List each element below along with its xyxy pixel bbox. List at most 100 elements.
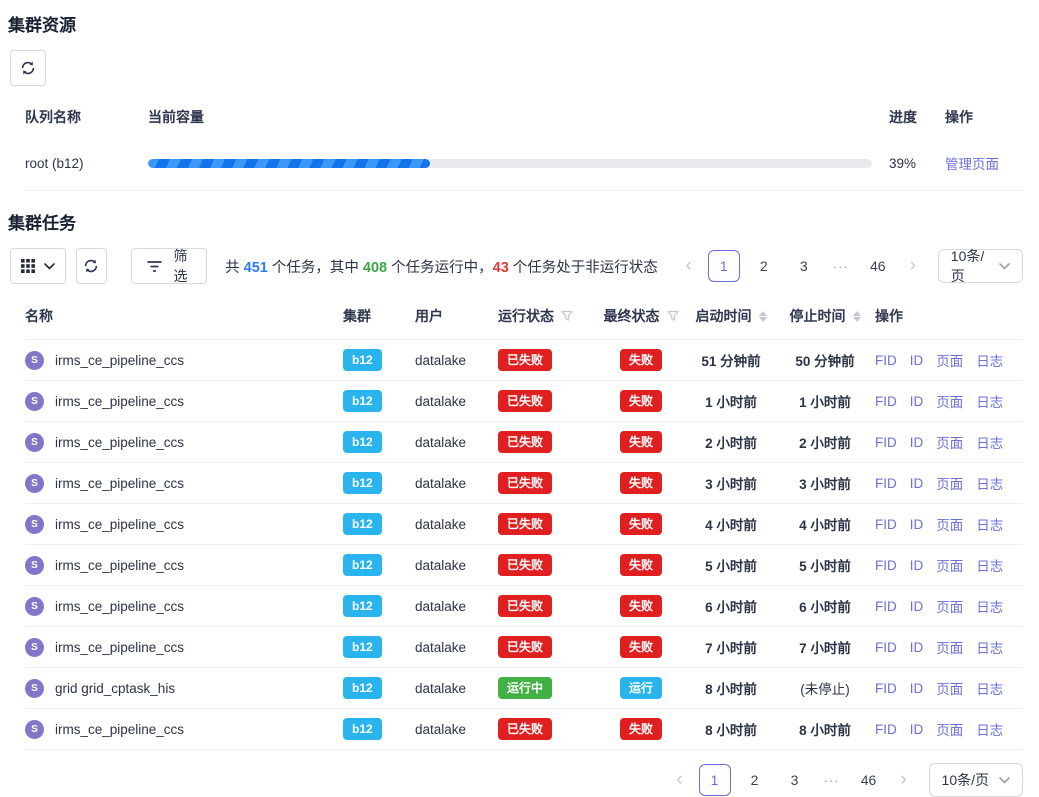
stop-time: 1 小时前 bbox=[799, 391, 851, 411]
id-link[interactable]: ID bbox=[910, 353, 924, 368]
final-status-badge: 失败 bbox=[620, 595, 662, 617]
pagination-page-2[interactable]: 2 bbox=[739, 764, 771, 796]
task-row: S irms_ce_pipeline_ccs b12 datalake 已失败 … bbox=[25, 545, 1023, 586]
task-row: S irms_ce_pipeline_ccs b12 datalake 已失败 … bbox=[25, 586, 1023, 627]
column-header-run-status: 运行状态 bbox=[498, 306, 554, 326]
fid-link[interactable]: FID bbox=[875, 558, 897, 573]
cluster-badge: b12 bbox=[343, 431, 382, 453]
page-link[interactable]: 页面 bbox=[936, 391, 963, 411]
page-link[interactable]: 页面 bbox=[936, 596, 963, 616]
id-link[interactable]: ID bbox=[910, 517, 924, 532]
column-header-queue: 队列名称 bbox=[25, 107, 148, 127]
fid-link[interactable]: FID bbox=[875, 599, 897, 614]
pagination-next[interactable]: › bbox=[893, 764, 915, 796]
tasks-refresh-button[interactable] bbox=[76, 248, 107, 284]
log-link[interactable]: 日志 bbox=[976, 391, 1003, 411]
page-link[interactable]: 页面 bbox=[936, 678, 963, 698]
pagination-prev[interactable]: ‹ bbox=[669, 764, 691, 796]
fid-link[interactable]: FID bbox=[875, 435, 897, 450]
page-size-select[interactable]: 10条/页 bbox=[938, 249, 1023, 283]
task-name: grid grid_cptask_his bbox=[55, 681, 175, 696]
page-link[interactable]: 页面 bbox=[936, 432, 963, 452]
page-link[interactable]: 页面 bbox=[936, 514, 963, 534]
pagination-prev[interactable]: ‹ bbox=[678, 250, 700, 282]
column-header-user: 用户 bbox=[415, 306, 498, 326]
task-count-summary: 共 451 个任务，其中 408 个任务运行中，43 个任务处于非运行状态 bbox=[225, 256, 658, 277]
filter-funnel-icon[interactable] bbox=[667, 310, 679, 322]
fid-link[interactable]: FID bbox=[875, 681, 897, 696]
task-row: S grid grid_cptask_his b12 datalake 运行中 … bbox=[25, 668, 1023, 709]
filter-funnel-icon[interactable] bbox=[561, 310, 573, 322]
pagination-page-46[interactable]: 46 bbox=[862, 250, 894, 282]
page-link[interactable]: 页面 bbox=[936, 350, 963, 370]
page-link[interactable]: 页面 bbox=[936, 555, 963, 575]
final-status-badge: 失败 bbox=[620, 472, 662, 494]
fid-link[interactable]: FID bbox=[875, 640, 897, 655]
filter-button[interactable]: 筛选 bbox=[131, 248, 207, 284]
run-status-badge: 已失败 bbox=[498, 431, 552, 453]
id-link[interactable]: ID bbox=[910, 599, 924, 614]
view-mode-button[interactable] bbox=[10, 248, 66, 284]
column-header-final-status: 最终状态 bbox=[604, 306, 660, 326]
log-link[interactable]: 日志 bbox=[976, 473, 1003, 493]
run-status-badge: 已失败 bbox=[498, 636, 552, 658]
column-header-stop-time: 停止时间 bbox=[790, 306, 846, 326]
log-link[interactable]: 日志 bbox=[976, 350, 1003, 370]
log-link[interactable]: 日志 bbox=[976, 596, 1003, 616]
log-link[interactable]: 日志 bbox=[976, 514, 1003, 534]
log-link[interactable]: 日志 bbox=[976, 719, 1003, 739]
pagination-page-3[interactable]: 3 bbox=[779, 764, 811, 796]
avatar: S bbox=[25, 351, 44, 370]
fid-link[interactable]: FID bbox=[875, 722, 897, 737]
pagination-ellipsis[interactable]: ··· bbox=[828, 250, 854, 282]
pagination-page-2[interactable]: 2 bbox=[748, 250, 780, 282]
pagination-page-3[interactable]: 3 bbox=[788, 250, 820, 282]
run-status-badge: 已失败 bbox=[498, 595, 552, 617]
id-link[interactable]: ID bbox=[910, 722, 924, 737]
run-status-badge: 已失败 bbox=[498, 390, 552, 412]
avatar: S bbox=[25, 392, 44, 411]
page-link[interactable]: 页面 bbox=[936, 719, 963, 739]
total-task-count: 451 bbox=[244, 260, 268, 276]
pagination-page-1[interactable]: 1 bbox=[708, 250, 740, 282]
sort-carets-icon[interactable] bbox=[853, 311, 861, 322]
page-link[interactable]: 页面 bbox=[936, 637, 963, 657]
pagination-ellipsis[interactable]: ··· bbox=[819, 764, 845, 796]
fid-link[interactable]: FID bbox=[875, 394, 897, 409]
task-user: datalake bbox=[415, 517, 498, 532]
id-link[interactable]: ID bbox=[910, 640, 924, 655]
final-status-badge: 失败 bbox=[620, 390, 662, 412]
task-row: S irms_ce_pipeline_ccs b12 datalake 已失败 … bbox=[25, 627, 1023, 668]
page-size-select-bottom[interactable]: 10条/页 bbox=[929, 763, 1023, 797]
task-user: datalake bbox=[415, 394, 498, 409]
start-time: 7 小时前 bbox=[705, 637, 757, 657]
manage-page-link[interactable]: 管理页面 bbox=[945, 157, 999, 172]
start-time: 51 分钟前 bbox=[701, 350, 760, 370]
fid-link[interactable]: FID bbox=[875, 476, 897, 491]
pagination-page-1[interactable]: 1 bbox=[699, 764, 731, 796]
log-link[interactable]: 日志 bbox=[976, 432, 1003, 452]
pagination-page-46[interactable]: 46 bbox=[853, 764, 885, 796]
sort-carets-icon[interactable] bbox=[759, 311, 767, 322]
fid-link[interactable]: FID bbox=[875, 353, 897, 368]
final-status-badge: 失败 bbox=[620, 513, 662, 535]
avatar: S bbox=[25, 597, 44, 616]
id-link[interactable]: ID bbox=[910, 435, 924, 450]
task-user: datalake bbox=[415, 599, 498, 614]
task-row: S irms_ce_pipeline_ccs b12 datalake 已失败 … bbox=[25, 381, 1023, 422]
log-link[interactable]: 日志 bbox=[976, 637, 1003, 657]
task-name: irms_ce_pipeline_ccs bbox=[55, 640, 184, 655]
resources-refresh-button[interactable] bbox=[10, 50, 46, 86]
fid-link[interactable]: FID bbox=[875, 517, 897, 532]
cluster-badge: b12 bbox=[343, 718, 382, 740]
id-link[interactable]: ID bbox=[910, 558, 924, 573]
id-link[interactable]: ID bbox=[910, 681, 924, 696]
id-link[interactable]: ID bbox=[910, 394, 924, 409]
id-link[interactable]: ID bbox=[910, 476, 924, 491]
pagination-next[interactable]: › bbox=[902, 250, 924, 282]
log-link[interactable]: 日志 bbox=[976, 678, 1003, 698]
page-link[interactable]: 页面 bbox=[936, 473, 963, 493]
cluster-badge: b12 bbox=[343, 390, 382, 412]
chevron-down-icon bbox=[44, 263, 55, 270]
log-link[interactable]: 日志 bbox=[976, 555, 1003, 575]
